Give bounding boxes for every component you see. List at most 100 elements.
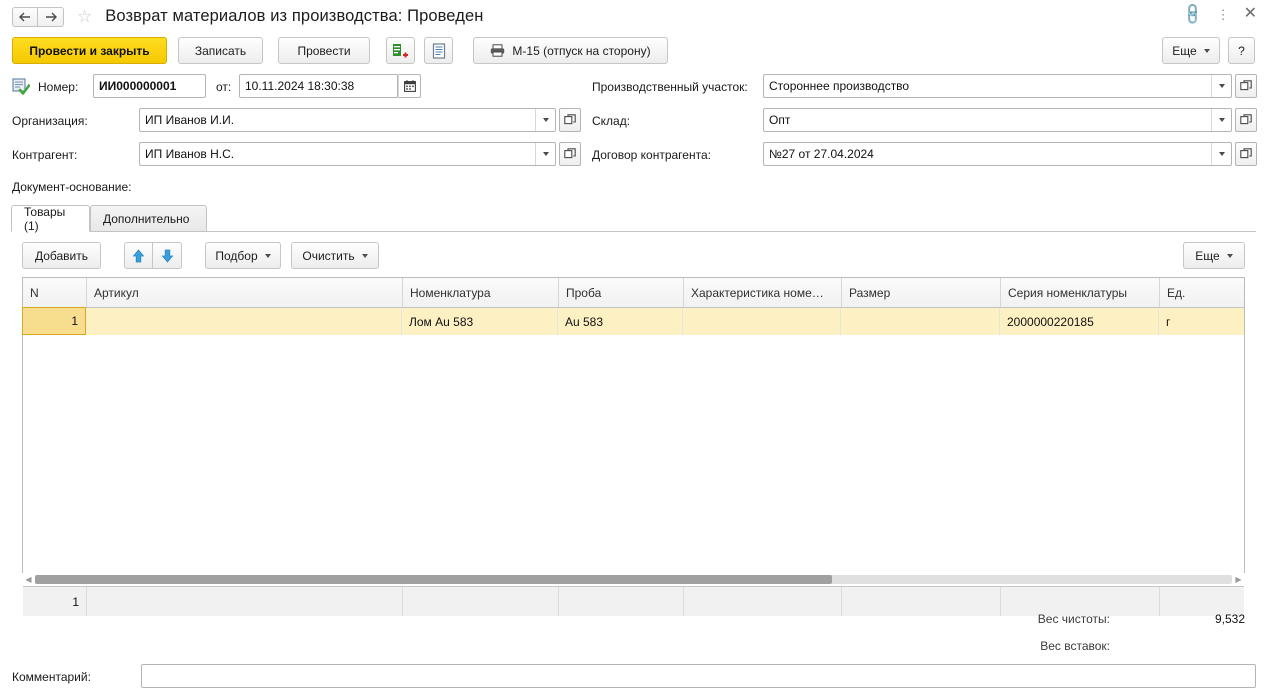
cell-characteristic[interactable] [683,308,841,335]
link-icon[interactable]: 🔗 [1181,1,1206,26]
total-label-inserts: Вес вставок: [1040,639,1110,653]
move-row-up-button[interactable] [124,242,153,269]
production-site-label: Производственный участок: [592,80,748,94]
warehouse-value: Опт [769,113,791,127]
forward-button[interactable] [38,6,64,27]
warehouse-field[interactable]: Опт [763,108,1232,132]
production-site-field[interactable]: Стороннее производство [763,74,1232,98]
document-window: ☆ Возврат материалов из производства: Пр… [0,0,1267,695]
column-header-characteristic[interactable]: Характеристика номе… [684,278,842,307]
cell-size[interactable] [841,308,1000,335]
back-button[interactable] [12,6,38,27]
write-button[interactable]: Записать [178,37,263,64]
arrow-up-icon [132,248,145,262]
print-m15-button[interactable]: М-15 (отпуск на сторону) [473,37,668,64]
select-items-button[interactable]: Подбор [205,242,281,269]
print-m15-label: М-15 (отпуск на сторону) [512,43,651,58]
chevron-down-icon [542,118,549,122]
production-site-value: Стороннее производство [769,79,910,93]
organization-label: Организация: [12,114,88,128]
scrollbar-thumb[interactable] [35,575,832,584]
help-button[interactable]: ? [1228,37,1255,64]
horizontal-scrollbar[interactable]: ◀ ▶ [22,573,1245,586]
production-site-open-button[interactable] [1235,74,1257,98]
document-report-icon [432,42,445,59]
contract-open-button[interactable] [1235,142,1257,166]
add-row-button[interactable]: Добавить [22,242,101,269]
goods-table: N Артикул Номенклатура Проба Характерист… [22,277,1245,616]
counterparty-dropdown-button[interactable] [536,152,555,156]
scroll-right-arrow-icon[interactable]: ▶ [1233,575,1244,584]
organization-dropdown-button[interactable] [536,118,555,122]
footer-cell-n: 1 [23,587,87,616]
chevron-down-icon [361,253,368,258]
column-header-n[interactable]: N [23,278,87,307]
kebab-menu-icon[interactable]: ⋮ [1217,8,1230,21]
table-row[interactable]: 1 Лом Au 583 Au 583 2000000220185 г [22,307,1244,335]
column-header-series[interactable]: Серия номенклатуры [1001,278,1160,307]
organization-field[interactable]: ИП Иванов И.И. [139,108,556,132]
more-label-table: Еще [1195,248,1220,263]
comment-input[interactable] [141,664,1256,688]
tab-additional[interactable]: Дополнительно [90,205,207,232]
document-posted-icon [12,78,30,95]
warehouse-open-button[interactable] [1235,108,1257,132]
date-input[interactable]: 10.11.2024 18:30:38 [239,74,398,98]
counterparty-open-button[interactable] [559,142,581,166]
open-reference-icon [1240,80,1252,91]
post-and-close-button[interactable]: Провести и закрыть [12,37,167,64]
counterparty-field[interactable]: ИП Иванов Н.С. [139,142,556,166]
post-button[interactable]: Провести [278,37,370,64]
star-icon[interactable]: ☆ [77,8,92,25]
contract-dropdown-button[interactable] [1212,152,1231,156]
chevron-down-icon [1226,253,1233,258]
contract-label: Договор контрагента: [592,148,711,162]
create-based-on-button[interactable] [386,37,415,64]
title-bar: ☆ Возврат материалов из производства: Пр… [0,0,1267,33]
clear-table-button[interactable]: Очистить [291,242,379,269]
cell-unit[interactable]: г [1159,308,1243,335]
cell-n[interactable]: 1 [22,307,86,335]
number-input[interactable]: ИИ000000001 [93,74,206,98]
column-header-unit[interactable]: Ед. [1160,278,1244,307]
column-header-size[interactable]: Размер [842,278,1001,307]
footer-cell-size [842,587,1001,616]
chevron-down-icon [542,152,549,156]
open-reference-icon [564,148,576,159]
chevron-down-icon [1218,152,1225,156]
column-header-article[interactable]: Артикул [87,278,403,307]
move-row-down-button[interactable] [153,242,182,269]
footer-cell-article [87,587,403,616]
more-button-table[interactable]: Еще [1183,242,1245,269]
warehouse-label: Склад: [592,114,631,128]
column-header-assay[interactable]: Проба [559,278,684,307]
comment-label: Комментарий: [12,670,91,684]
calendar-icon [403,80,416,92]
calendar-button[interactable] [398,74,421,98]
date-label: от: [216,80,232,94]
report-button[interactable] [424,37,453,64]
cell-assay[interactable]: Au 583 [558,308,683,335]
open-reference-icon [1240,114,1252,125]
cell-article[interactable] [86,308,402,335]
tab-goods[interactable]: Товары (1) [11,205,90,233]
column-header-nomenclature[interactable]: Номенклатура [403,278,559,307]
table-empty-area[interactable] [23,335,1244,586]
contract-value: №27 от 27.04.2024 [769,147,874,161]
arrow-left-icon [19,12,30,21]
arrow-right-icon [45,12,57,21]
open-reference-icon [1240,148,1252,159]
footer-cell-assay [559,587,684,616]
counterparty-label: Контрагент: [12,148,78,162]
organization-value: ИП Иванов И.И. [145,113,235,127]
cell-nomenclature[interactable]: Лом Au 583 [402,308,558,335]
close-icon[interactable]: ✕ [1244,6,1257,22]
scroll-left-arrow-icon[interactable]: ◀ [23,575,34,584]
contract-field[interactable]: №27 от 27.04.2024 [763,142,1232,166]
organization-open-button[interactable] [559,108,581,132]
more-button-top[interactable]: Еще [1162,37,1220,64]
cell-series[interactable]: 2000000220185 [1000,308,1159,335]
warehouse-dropdown-button[interactable] [1212,118,1231,122]
production-site-dropdown-button[interactable] [1212,84,1231,88]
command-bar: Провести и закрыть Записать Провести М-1… [0,36,1267,65]
